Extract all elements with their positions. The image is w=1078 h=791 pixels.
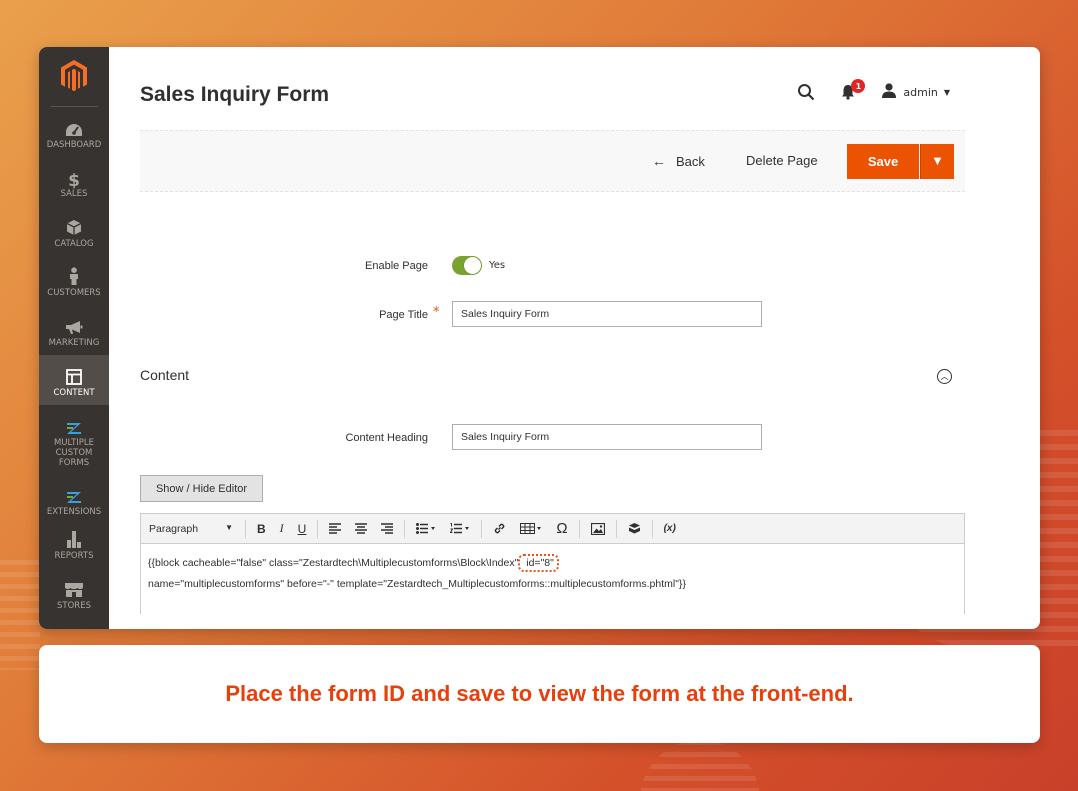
- enable-page-toggle[interactable]: [452, 256, 482, 275]
- table-icon[interactable]: [520, 523, 542, 534]
- format-value: Paragraph: [149, 522, 199, 535]
- dollar-icon: $: [68, 171, 80, 191]
- sidebar-item-catalog[interactable]: CATALOG: [39, 216, 109, 266]
- sidebar-item-label: DASHBOARD: [46, 140, 102, 150]
- caption-text: Place the form ID and save to view the f…: [225, 681, 854, 706]
- insert-variable-icon[interactable]: (x): [664, 523, 676, 534]
- magento-logo-icon[interactable]: [59, 59, 89, 93]
- main-content: Sales Inquiry Form 1 admin ▼ ← Back Dele…: [109, 47, 1040, 629]
- toolbar-divider: [481, 519, 483, 538]
- sidebar-item-label: CATALOG: [54, 239, 94, 249]
- sidebar-item-label: MARKETING: [48, 338, 100, 348]
- align-left-icon[interactable]: [329, 523, 342, 534]
- back-label: Back: [676, 153, 705, 169]
- required-marker: *: [433, 305, 440, 320]
- align-center-icon[interactable]: [355, 523, 368, 534]
- sidebar-item-label: MULTIPLE CUSTOM FORMS: [53, 438, 95, 468]
- page-title-label: Page Title: [379, 309, 428, 321]
- page-title: Sales Inquiry Form: [140, 83, 330, 106]
- sidebar-item-label: REPORTS: [54, 551, 94, 561]
- sidebar-item-extensions[interactable]: EXTENSIONS: [39, 484, 109, 534]
- bullet-list-icon[interactable]: [416, 523, 436, 534]
- toolbar-divider: [404, 519, 406, 538]
- delete-page-button[interactable]: Delete Page: [746, 153, 818, 168]
- box-icon: [66, 216, 82, 236]
- toolbar-divider: [245, 519, 246, 538]
- background-decoration: [640, 740, 760, 791]
- sidebar-item-reports[interactable]: REPORTS: [39, 528, 109, 578]
- chevron-down-icon: ▼: [225, 522, 233, 532]
- bold-icon[interactable]: B: [257, 522, 266, 536]
- notifications-bell-icon[interactable]: 1: [837, 79, 866, 103]
- editor-text: {{block cacheable="false" class="Zestard…: [148, 557, 519, 569]
- insert-image-icon[interactable]: [590, 522, 605, 535]
- content-heading-input[interactable]: Sales Inquiry Form: [452, 424, 762, 450]
- toolbar-divider: [317, 519, 319, 538]
- toolbar-divider: [651, 519, 653, 538]
- notification-badge: 1: [851, 79, 866, 93]
- person-icon: [68, 265, 80, 285]
- sidebar-item-label: CUSTOMERS: [47, 288, 101, 298]
- background-decoration: [0, 560, 40, 670]
- sidebar-item-content[interactable]: CONTENT: [39, 355, 109, 405]
- page-title-input[interactable]: Sales Inquiry Form: [452, 301, 762, 327]
- paragraph-format-select[interactable]: Paragraph ▼: [149, 523, 241, 535]
- sidebar-item-label: CONTENT: [53, 388, 95, 398]
- logo-divider: [51, 106, 98, 107]
- sidebar-item-dashboard[interactable]: DASHBOARD: [39, 117, 109, 167]
- header-actions: 1 admin ▼: [775, 79, 950, 103]
- caption-box: Place the form ID and save to view the f…: [39, 645, 1040, 743]
- chevron-down-icon: ▼: [943, 87, 950, 97]
- toolbar-divider: [615, 519, 617, 538]
- link-icon[interactable]: [493, 522, 506, 535]
- bar-chart-icon: [66, 528, 82, 548]
- special-character-icon[interactable]: Ω: [556, 520, 567, 537]
- admin-user-menu[interactable]: admin ▼: [881, 83, 950, 101]
- layout-icon: [66, 365, 82, 385]
- sidebar-item-sales[interactable]: $ SALES: [39, 166, 109, 216]
- save-button[interactable]: Save: [847, 144, 919, 179]
- admin-username: admin: [903, 85, 938, 99]
- align-right-icon[interactable]: [381, 523, 394, 534]
- z-logo-icon: [66, 415, 82, 435]
- editor-content[interactable]: {{block cacheable="false" class="Zestard…: [140, 544, 965, 614]
- content-heading-label: Content Heading: [345, 432, 428, 444]
- page-actions-toolbar: ← Back Delete Page Save ▼: [140, 130, 965, 192]
- underline-icon[interactable]: U: [298, 522, 307, 536]
- form-id-highlight: id="8": [518, 554, 559, 572]
- megaphone-icon: [65, 315, 83, 335]
- chevron-up-icon[interactable]: ︿: [937, 369, 952, 384]
- italic-icon[interactable]: I: [280, 521, 284, 536]
- sidebar-item-multiple-custom-forms[interactable]: MULTIPLE CUSTOM FORMS: [39, 415, 109, 471]
- back-button[interactable]: ← Back: [652, 153, 705, 169]
- editor-line: {{block cacheable="false" class="Zestard…: [148, 553, 957, 574]
- editor-toolbar: Paragraph ▼ B I U Ω (x): [140, 513, 965, 544]
- admin-window: DASHBOARD $ SALES CATALOG CUSTOMERS MARK…: [39, 47, 1040, 629]
- numbered-list-icon[interactable]: [450, 523, 470, 534]
- sidebar-item-label: SALES: [60, 189, 88, 199]
- sidebar-item-label: STORES: [57, 601, 91, 611]
- content-section-title[interactable]: Content: [140, 367, 189, 383]
- toolbar-divider: [578, 519, 580, 538]
- user-icon: [881, 83, 897, 101]
- dashboard-icon: [65, 117, 83, 137]
- z-logo-icon: [66, 484, 82, 504]
- sidebar-item-label: EXTENSIONS: [46, 507, 102, 517]
- chevron-down-icon: ▼: [933, 156, 942, 167]
- insert-widget-icon[interactable]: [628, 522, 641, 535]
- enable-page-label: Enable Page: [365, 260, 428, 272]
- sidebar-item-stores[interactable]: STORES: [39, 578, 109, 628]
- save-options-dropdown[interactable]: ▼: [920, 144, 954, 179]
- show-hide-editor-button[interactable]: Show / Hide Editor: [140, 475, 263, 502]
- enable-page-value: Yes: [489, 260, 506, 271]
- search-icon[interactable]: [795, 81, 817, 103]
- store-icon: [64, 578, 84, 598]
- arrow-left-icon: ←: [652, 153, 666, 169]
- editor-line: name="multiplecustomforms" before="-" te…: [148, 578, 686, 590]
- sidebar: DASHBOARD $ SALES CATALOG CUSTOMERS MARK…: [39, 47, 109, 629]
- sidebar-item-customers[interactable]: CUSTOMERS: [39, 265, 109, 315]
